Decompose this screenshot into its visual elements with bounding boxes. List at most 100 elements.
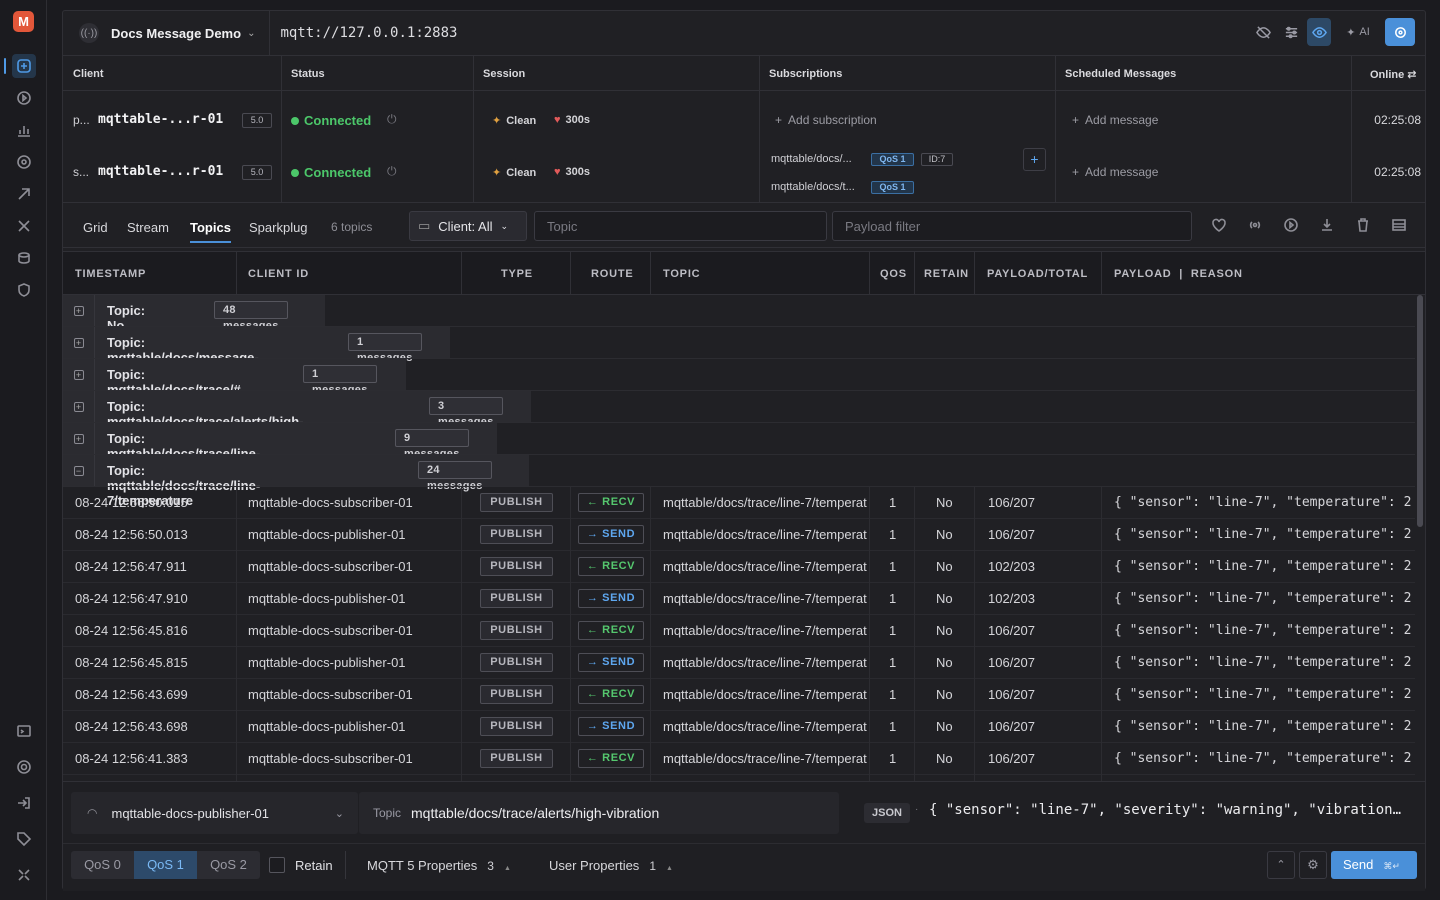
payload-editor[interactable]: { "sensor": "line-7", "severity": "warni… [929, 802, 1407, 818]
format-select[interactable]: JSON [864, 803, 910, 823]
play-nav-icon[interactable] [12, 86, 36, 110]
online-time: 02:25:08 [1374, 113, 1421, 127]
payload-cell: { "sensor": "line-7", "temperature": 21.… [1114, 751, 1412, 766]
message-row[interactable]: 08-24 12:56:50.015 mqttable-docs-subscrib… [63, 487, 1415, 519]
tag-nav-icon[interactable] [12, 827, 36, 851]
security-nav-icon[interactable] [12, 278, 36, 302]
broadcast-icon[interactable] [1247, 217, 1263, 233]
col-payload-reason[interactable]: PAYLOAD | REASON [1114, 268, 1243, 280]
download-icon[interactable] [1319, 217, 1335, 233]
publish-panel: ◠ mqttable-docs-publisher-01 ⌄ Topic mqt… [63, 781, 1425, 891]
broker-nav-icon[interactable] [12, 150, 36, 174]
publish-topic-field[interactable]: Topic mqttable/docs/trace/alerts/high-vi… [359, 792, 839, 834]
chevron-down-icon[interactable]: ⌄ [247, 28, 255, 39]
message-row[interactable]: 08-24 12:56:45.816 mqttable-docs-subscrib… [63, 615, 1415, 647]
heart-icon: ♥ [554, 166, 561, 178]
retain-toggle[interactable]: Retain [269, 857, 333, 873]
tab-topics[interactable]: Topics [190, 220, 231, 243]
columns-icon[interactable] [1391, 217, 1407, 233]
add-subscription-icon[interactable]: + [1023, 148, 1046, 171]
status-label: Connected [304, 165, 372, 180]
col-payload-total[interactable]: PAYLOAD/TOTAL [987, 268, 1088, 280]
publisher-client-select[interactable]: ◠ mqttable-docs-publisher-01 ⌄ [71, 792, 358, 834]
route-badge: ← RECV [578, 557, 644, 576]
topic-cell: mqttable/docs/trace/line-7/temperature [663, 623, 867, 638]
heart-icon[interactable] [1211, 217, 1227, 233]
chevron-down-icon: ⌄ [334, 807, 344, 820]
send-button[interactable]: Send ⌘↵ [1331, 851, 1417, 879]
scrollbar[interactable] [1417, 295, 1423, 781]
message-row[interactable]: 08-24 12:56:50.013 mqttable-docs-publishe… [63, 519, 1415, 551]
qos-2-option[interactable]: QoS 2 [197, 851, 260, 879]
payload-size-cell: 106/207 [988, 687, 1035, 702]
hide-icon[interactable] [1251, 18, 1275, 46]
col-timestamp[interactable]: TIMESTAMP [75, 268, 146, 280]
client-row[interactable]: s... mqttable-...r-01 5.0 Connected ⏻ ✦ C… [63, 145, 1425, 203]
qos-1-option[interactable]: QoS 1 [134, 851, 197, 879]
expand-icon[interactable]: + [63, 391, 95, 422]
client-filter-select[interactable]: ▭ Client: All ⌄ [409, 211, 527, 241]
charts-nav-icon[interactable] [12, 118, 36, 142]
message-row[interactable]: 08-24 12:56:43.698 mqttable-docs-publishe… [63, 711, 1415, 743]
qos-0-option[interactable]: QoS 0 [71, 851, 134, 879]
message-row[interactable]: 08-24 12:56:41.383 mqttable-docs-subscrib… [63, 743, 1415, 775]
storage-nav-icon[interactable] [12, 246, 36, 270]
expand-icon[interactable]: + [63, 327, 95, 358]
scrollbar-thumb[interactable] [1417, 295, 1423, 527]
settings-nav-icon[interactable] [12, 755, 36, 779]
retain-cell: No [936, 655, 953, 670]
add-message-button[interactable]: + Add message [1072, 165, 1158, 179]
col-type[interactable]: TYPE [501, 268, 533, 280]
scripts-nav-icon[interactable] [12, 182, 36, 206]
chevron-up-icon[interactable]: ⌃ [1267, 851, 1295, 879]
connection-name[interactable]: Docs Message Demo [111, 26, 241, 41]
expand-icon[interactable]: + [63, 295, 95, 326]
user-properties-button[interactable]: User Properties 1 ▲ [549, 858, 673, 873]
add-message-button[interactable]: + Add message [1072, 113, 1158, 127]
connections-nav-icon[interactable] [4, 54, 36, 78]
col-retain[interactable]: RETAIN [924, 268, 969, 280]
connected-dot-icon [291, 169, 299, 177]
tab-stream[interactable]: Stream [127, 220, 169, 235]
message-row[interactable]: 08-24 12:56:47.910 mqttable-docs-publishe… [63, 583, 1415, 615]
message-row[interactable]: 08-24 12:56:45.815 mqttable-docs-publishe… [63, 647, 1415, 679]
collapse-icon[interactable]: − [63, 455, 95, 486]
trash-icon[interactable] [1355, 217, 1371, 233]
tools-nav-icon[interactable] [12, 214, 36, 238]
ai-button[interactable]: ✦ AI [1335, 18, 1381, 46]
client-row[interactable]: p... mqttable-...r-01 5.0 Connected ⏻ ✦ C… [63, 93, 1425, 145]
qos-cell: 1 [889, 719, 897, 734]
col-qos[interactable]: QOS [880, 268, 907, 280]
topic-filter-input[interactable] [534, 211, 827, 241]
power-icon[interactable]: ⏻ [387, 112, 397, 127]
eye-icon[interactable] [1307, 18, 1331, 46]
dot-separator: · [915, 804, 919, 815]
tab-grid[interactable]: Grid [83, 220, 108, 235]
subscription-topic[interactable]: mqttable/docs/t... [771, 181, 855, 193]
add-subscription-button[interactable]: + Add subscription [775, 113, 877, 127]
mqtt5-properties-button[interactable]: MQTT 5 Properties 3 ▲ [367, 858, 511, 873]
expand-icon[interactable]: + [63, 359, 95, 390]
message-row[interactable]: 08-24 12:56:43.699 mqttable-docs-subscrib… [63, 679, 1415, 711]
expand-icon[interactable]: + [63, 423, 95, 454]
col-online[interactable]: Online ⇄ [1370, 68, 1417, 81]
payload-filter-input[interactable] [832, 211, 1192, 241]
subscription-topic[interactable]: mqttable/docs/... [771, 153, 852, 165]
terminal-nav-icon[interactable] [12, 719, 36, 743]
timestamp-cell: 08-24 12:56:47.911 [75, 559, 187, 574]
tab-sparkplug[interactable]: Sparkplug [249, 220, 308, 235]
login-nav-icon[interactable] [12, 791, 36, 815]
collapse-nav-icon[interactable] [12, 863, 36, 887]
replay-icon[interactable] [1283, 217, 1299, 233]
col-topic[interactable]: TOPIC [663, 268, 700, 280]
retain-checkbox[interactable] [269, 857, 285, 873]
retain-cell: No [936, 719, 953, 734]
power-icon[interactable]: ⏻ [387, 164, 397, 179]
connect-toggle-icon[interactable] [1385, 18, 1415, 46]
timestamp-cell: 08-24 12:56:41.383 [75, 751, 188, 766]
col-route[interactable]: ROUTE [591, 268, 634, 280]
col-client-id[interactable]: CLIENT ID [248, 268, 309, 280]
gear-icon[interactable]: ⚙ [1299, 851, 1327, 879]
message-row[interactable]: 08-24 12:56:47.911 mqttable-docs-subscrib… [63, 551, 1415, 583]
filters-icon[interactable] [1279, 18, 1303, 46]
